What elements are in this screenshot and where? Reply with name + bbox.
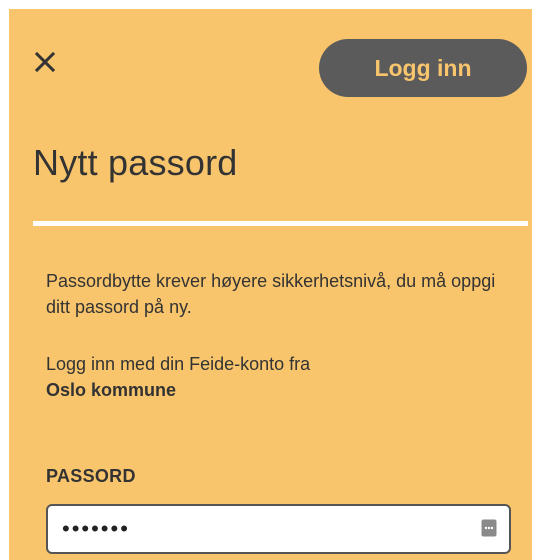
close-icon (34, 51, 56, 73)
password-label: PASSORD (46, 466, 136, 486)
login-panel: Logg inn Nytt passord Passordbytte kreve… (9, 9, 532, 560)
security-level-info: Passordbytte krever høyere sikkerhetsniv… (46, 271, 496, 317)
password-manager-icon[interactable] (481, 519, 497, 537)
feide-prefix-text: Logg inn med din Feide-konto fra (46, 354, 311, 374)
close-button[interactable] (33, 50, 57, 74)
divider (33, 221, 528, 226)
feide-login-info: Logg inn med din Feide-konto fra Oslo ko… (46, 351, 516, 403)
login-button[interactable]: Logg inn (319, 39, 527, 97)
password-field-wrapper (46, 504, 511, 554)
organization-name: Oslo kommune (46, 380, 177, 400)
page-title: Nytt passord (33, 142, 238, 183)
password-input[interactable] (48, 506, 509, 552)
